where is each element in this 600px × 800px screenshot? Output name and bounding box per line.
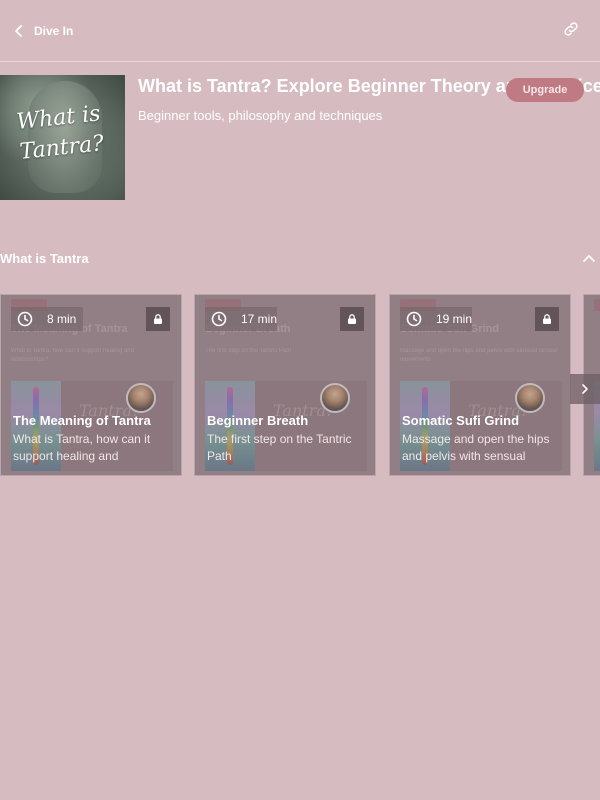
duration-label: 17 min bbox=[240, 312, 278, 326]
clock-icon bbox=[211, 311, 227, 327]
clock-icon bbox=[17, 311, 33, 327]
locked-badge bbox=[340, 307, 364, 331]
lesson-carousel: The Meaning of Tantra What is Tantra, ho… bbox=[0, 294, 600, 477]
card-description: The first step on the Tantric Path bbox=[207, 432, 352, 463]
lock-icon bbox=[348, 314, 356, 324]
lesson-card[interactable]: Somatic Sufi Grind Massage and open the … bbox=[389, 294, 571, 476]
card-title: Beginner Breath bbox=[207, 413, 309, 428]
carousel-next-button[interactable] bbox=[570, 374, 600, 404]
section-title: What is Tantra bbox=[0, 251, 89, 266]
locked-badge bbox=[535, 307, 559, 331]
card-description: What is Tantra, how can it support heali… bbox=[13, 432, 151, 467]
back-button[interactable]: Dive In bbox=[12, 20, 73, 42]
top-bar: Dive In bbox=[0, 0, 600, 62]
share-link-button[interactable] bbox=[562, 20, 582, 40]
clock-icon bbox=[406, 311, 422, 327]
duration-label: 8 min bbox=[47, 312, 77, 326]
duration-badge: 19 min bbox=[400, 307, 472, 331]
chevron-up-icon bbox=[583, 255, 595, 262]
link-icon bbox=[564, 22, 578, 36]
card-title: The Meaning of Tantra bbox=[13, 413, 151, 428]
course-subtitle: Beginner tools, philosophy and technique… bbox=[138, 108, 383, 123]
duration-badge: 17 min bbox=[205, 307, 277, 331]
course-thumbnail: What is Tantra? bbox=[0, 75, 125, 200]
card-description: Massage and open the hips and pelvis wit… bbox=[402, 432, 550, 467]
locked-badge bbox=[146, 307, 170, 331]
card-title: Somatic Sufi Grind bbox=[402, 413, 520, 428]
upgrade-button[interactable]: Upgrade bbox=[506, 78, 584, 102]
lesson-card[interactable]: The Meaning of Tantra What is Tantra, ho… bbox=[0, 294, 182, 476]
lock-icon bbox=[543, 314, 551, 324]
lock-icon bbox=[154, 314, 162, 324]
thumbnail-script-text: What is Tantra? bbox=[15, 101, 106, 165]
duration-badge: 8 min bbox=[11, 307, 83, 331]
chevron-left-icon bbox=[15, 25, 22, 37]
chevron-right-icon bbox=[582, 384, 588, 394]
duration-label: 19 min bbox=[435, 312, 473, 326]
back-label: Dive In bbox=[34, 24, 74, 38]
collapse-section-button[interactable] bbox=[582, 252, 598, 268]
lesson-card[interactable]: Beginner Breath The first step on the Ta… bbox=[194, 294, 376, 476]
